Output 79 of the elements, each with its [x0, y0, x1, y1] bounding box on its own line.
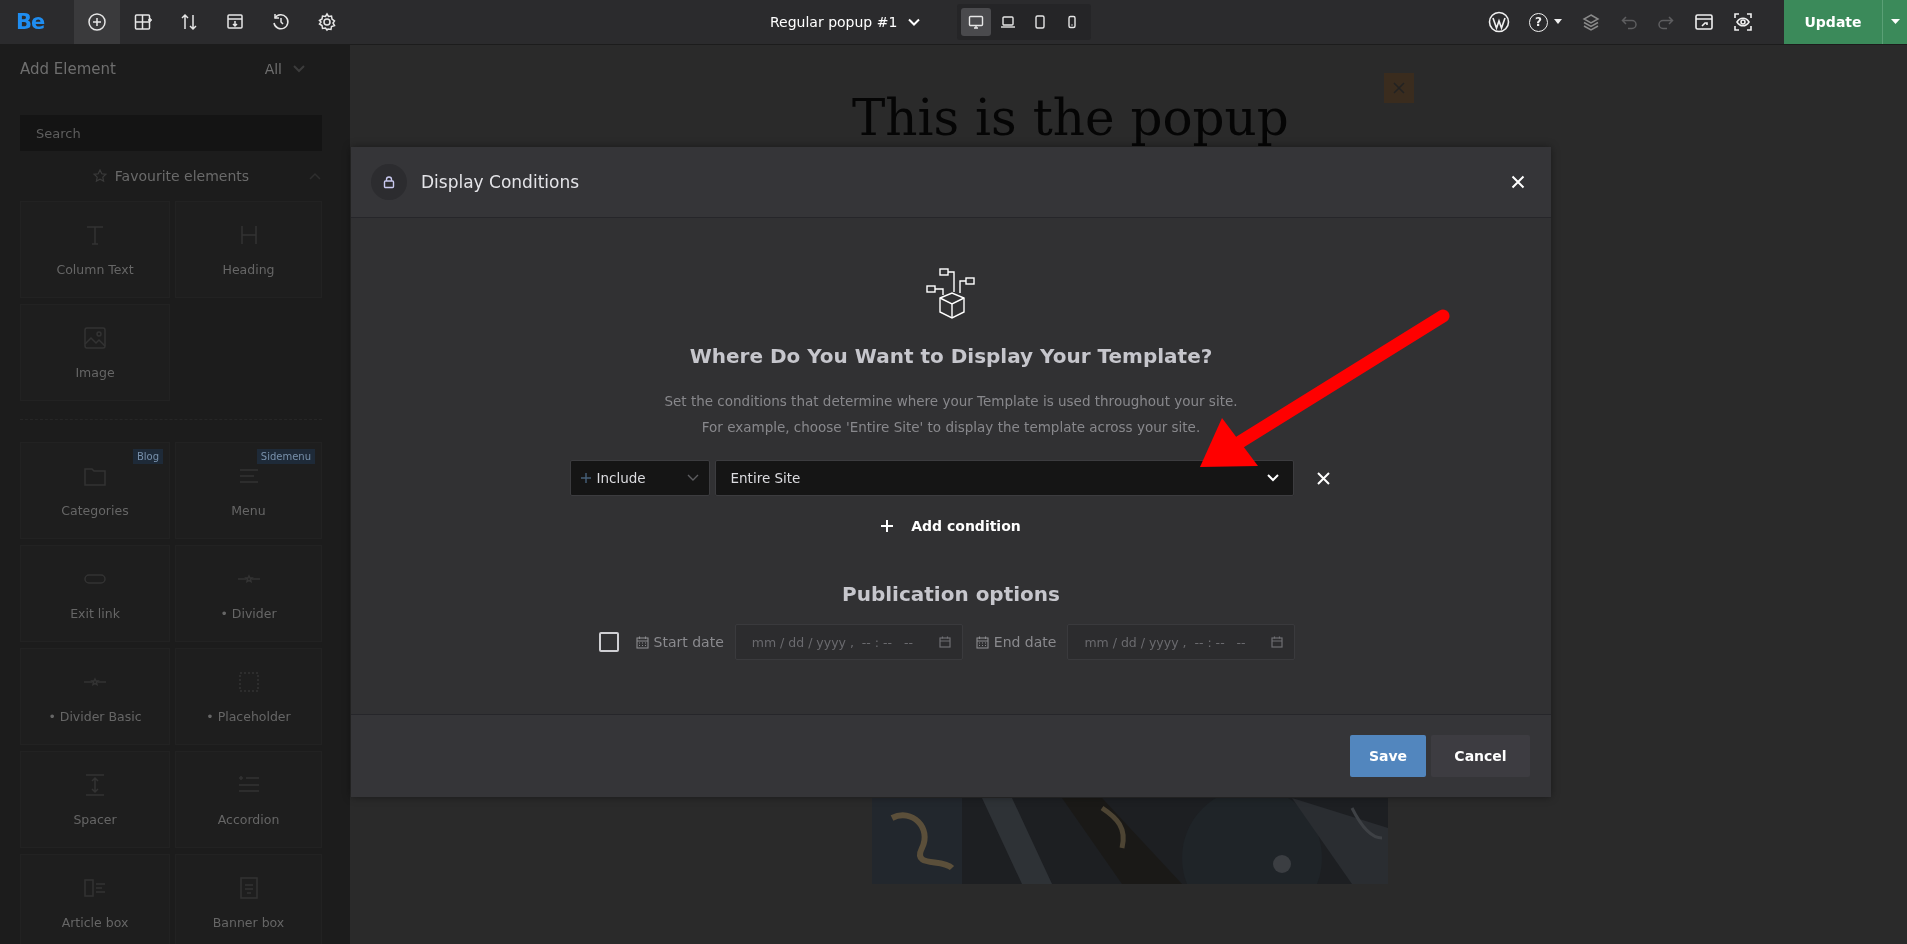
element-label: Column Text: [56, 262, 134, 277]
update-options-button[interactable]: [1882, 0, 1907, 44]
category-tag: Sidemenu: [256, 449, 315, 464]
element-card[interactable]: Column Text: [20, 201, 170, 298]
element-label: Exit link: [70, 606, 120, 621]
description-text: For example, choose 'Entire Site' to display the template across your site.: [700, 418, 1202, 437]
add-condition-button[interactable]: Add condition: [881, 510, 1021, 542]
plus-icon: [881, 520, 894, 532]
element-card[interactable]: • Divider: [175, 545, 322, 642]
filter-dropdown[interactable]: All: [264, 61, 306, 77]
element-card[interactable]: Spacer: [20, 751, 170, 848]
layers-icon[interactable]: [1581, 12, 1601, 32]
plus-icon: [580, 473, 591, 483]
calendar-icon: [975, 635, 989, 649]
cancel-button[interactable]: Cancel: [1431, 735, 1530, 777]
desktop-icon: [968, 14, 985, 30]
caret-icon: [1554, 19, 1562, 25]
element-label: Banner box: [212, 915, 285, 930]
element-card[interactable]: Blog Categories: [20, 442, 170, 539]
dialog-heading: Where Do You Want to Display Your Template?: [689, 344, 1213, 368]
element-label: Image: [75, 365, 115, 380]
element-card[interactable]: Image: [20, 304, 170, 401]
element-label: • Placeholder: [206, 709, 291, 724]
close-icon: [1393, 82, 1405, 94]
condition-target-select[interactable]: Entire Site: [714, 460, 1294, 496]
category-tag: Blog: [132, 449, 163, 464]
chevron-down-icon: [1266, 474, 1279, 482]
caret-icon: [1890, 19, 1900, 25]
lock-icon: [382, 175, 396, 189]
calendar-icon: [635, 635, 649, 649]
element-card[interactable]: Sidemenu Menu: [175, 442, 322, 539]
element-card[interactable]: Accordion: [175, 751, 322, 848]
chevron-down-icon: [292, 64, 306, 74]
field-label: Start date: [653, 634, 724, 650]
element-card[interactable]: Article box: [20, 854, 170, 944]
laptop-icon: [1000, 14, 1017, 30]
template-icon: [225, 12, 245, 32]
calendar-icon: [938, 636, 951, 648]
element-card[interactable]: Heading: [175, 201, 322, 298]
element-label: Menu: [231, 503, 266, 518]
field-label: End date: [993, 634, 1057, 650]
history-icon: [271, 12, 291, 32]
sort-icon: [179, 12, 199, 32]
document-title-dropdown[interactable]: Regular popup #1: [770, 14, 922, 30]
chevron-down-icon: [686, 474, 699, 482]
checkbox[interactable]: [598, 632, 619, 652]
settings-icon: [317, 12, 337, 32]
update-button[interactable]: Update: [1784, 0, 1882, 44]
plus-circle-icon: [87, 12, 107, 32]
search-field[interactable]: Search: [20, 115, 322, 151]
element-card[interactable]: • Divider Basic: [20, 648, 170, 745]
eye-scan-icon[interactable]: [1733, 12, 1753, 32]
logo[interactable]: Be: [0, 10, 74, 34]
description-text: Set the conditions that determine where your Template is used throughout your site.: [664, 392, 1238, 411]
device-button[interactable]: [961, 8, 992, 36]
close-icon: [1511, 175, 1525, 189]
element-card[interactable]: Banner box: [175, 854, 322, 944]
element-label: Categories: [61, 503, 129, 518]
section-heading: Publication options: [842, 582, 1060, 606]
wordpress-icon[interactable]: [1488, 11, 1510, 33]
condition-type-select[interactable]: Include: [569, 460, 710, 496]
section-title: Favourite elements: [114, 168, 250, 184]
element-card[interactable]: • Placeholder: [175, 648, 322, 745]
layout-icon: [133, 12, 153, 32]
element-label: Heading: [222, 262, 275, 277]
element-label: • Divider: [220, 606, 277, 621]
save-button[interactable]: Save: [1350, 735, 1426, 777]
element-label: • Divider Basic: [48, 709, 142, 724]
element-label: Spacer: [73, 812, 117, 827]
element-card[interactable]: Exit link: [20, 545, 170, 642]
dialog-title: Display Conditions: [421, 172, 580, 192]
preview-window-icon[interactable]: [1694, 12, 1714, 32]
element-label: Accordion: [217, 812, 280, 827]
element-label: Article box: [61, 915, 129, 930]
close-icon: [1317, 471, 1330, 485]
panel-title: Add Element: [20, 60, 116, 78]
star-icon: [92, 169, 107, 183]
calendar-icon: [1271, 636, 1284, 648]
toolbar-button[interactable]: [74, 0, 120, 44]
